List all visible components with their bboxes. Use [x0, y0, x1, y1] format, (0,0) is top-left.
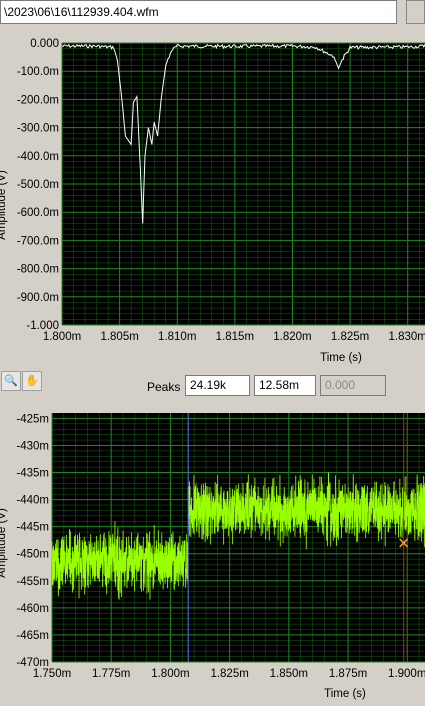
- x-tick-label: 1.800m: [43, 331, 81, 343]
- y-tick-label: -470m: [16, 657, 49, 669]
- y-tick-label: -900.0m: [17, 292, 59, 304]
- file-path-field[interactable]: \2023\06\16\112939.404.wfm: [0, 0, 397, 24]
- y-tick-label: -300.0m: [17, 123, 59, 135]
- magnifier-icon: 🔍: [4, 375, 18, 387]
- bottom-waveform-chart[interactable]: 1.750m 1.775m 1.800m 1.825m 1.850m 1.875m 1.90…: [0, 403, 425, 706]
- x-tick-label: 1.825m: [331, 331, 369, 343]
- y-axis-label: Amplitude (V): [0, 508, 8, 578]
- x-tick-label: 1.815m: [216, 331, 254, 343]
- y-tick-label: -500.0m: [17, 179, 59, 191]
- x-axis-label: Time (s): [324, 688, 366, 700]
- y-tick-label: -430m: [16, 440, 49, 452]
- y-tick-label: -465m: [16, 630, 49, 642]
- y-tick-label: -400.0m: [17, 151, 59, 163]
- pan-tool-button[interactable]: ✋: [22, 371, 42, 391]
- peaks-label: Peaks: [147, 380, 181, 394]
- x-tick-label: 1.830m: [389, 331, 425, 343]
- y-tick-label: -700.0m: [17, 235, 59, 247]
- x-tick-label: 1.805m: [100, 331, 138, 343]
- y-tick-label: -600.0m: [17, 207, 59, 219]
- scroll-button[interactable]: [406, 0, 425, 24]
- y-tick-label: -425m: [16, 413, 49, 425]
- y-tick-label: -1.000: [26, 320, 59, 332]
- x-tick-label: 1.825m: [210, 668, 248, 680]
- y-tick-label: -100.0m: [17, 66, 59, 78]
- x-tick-label: 1.875m: [329, 668, 367, 680]
- y-axis-label: Amplitude (V): [0, 170, 8, 240]
- x-tick-label: 1.850m: [270, 668, 308, 680]
- zoom-tool-button[interactable]: 🔍: [1, 371, 21, 391]
- y-tick-label: -455m: [16, 576, 49, 588]
- x-tick-label: 1.820m: [273, 331, 311, 343]
- y-tick-label: -450m: [16, 549, 49, 561]
- x-tick-label: 1.800m: [151, 668, 189, 680]
- y-tick-label: -460m: [16, 603, 49, 615]
- peaks-value-2[interactable]: 12.58m: [254, 375, 316, 396]
- file-path-text: \2023\06\16\112939.404.wfm: [4, 5, 159, 19]
- x-axis-label: Time (s): [320, 352, 362, 364]
- top-waveform-svg[interactable]: 1.800m 1.805m 1.810m 1.815m 1.820m 1.825m 1.83…: [0, 30, 425, 368]
- bottom-waveform-svg[interactable]: 1.750m 1.775m 1.800m 1.825m 1.850m 1.875m 1.90…: [0, 403, 425, 701]
- y-tick-label: -800.0m: [17, 264, 59, 276]
- peaks-value-1[interactable]: 24.19k: [185, 375, 250, 396]
- x-tick-label: 1.810m: [158, 331, 196, 343]
- top-waveform-chart[interactable]: 1.800m 1.805m 1.810m 1.815m 1.820m 1.825m 1.83…: [0, 30, 425, 373]
- y-tick-label: 0.000: [30, 38, 59, 50]
- y-tick-label: -200.0m: [17, 94, 59, 106]
- peaks-value-3: 0.000: [320, 375, 386, 396]
- graph-toolbar: 🔍 ✋ Peaks 24.19k 12.58m 0.000: [0, 369, 425, 403]
- y-tick-label: -440m: [16, 495, 49, 507]
- y-tick-label: -435m: [16, 468, 49, 480]
- y-tick-label: -445m: [16, 522, 49, 534]
- x-tick-label: 1.900m: [388, 668, 425, 680]
- x-tick-label: 1.775m: [92, 668, 130, 680]
- x-tick-label: 1.750m: [33, 668, 71, 680]
- hand-icon: ✋: [25, 375, 39, 387]
